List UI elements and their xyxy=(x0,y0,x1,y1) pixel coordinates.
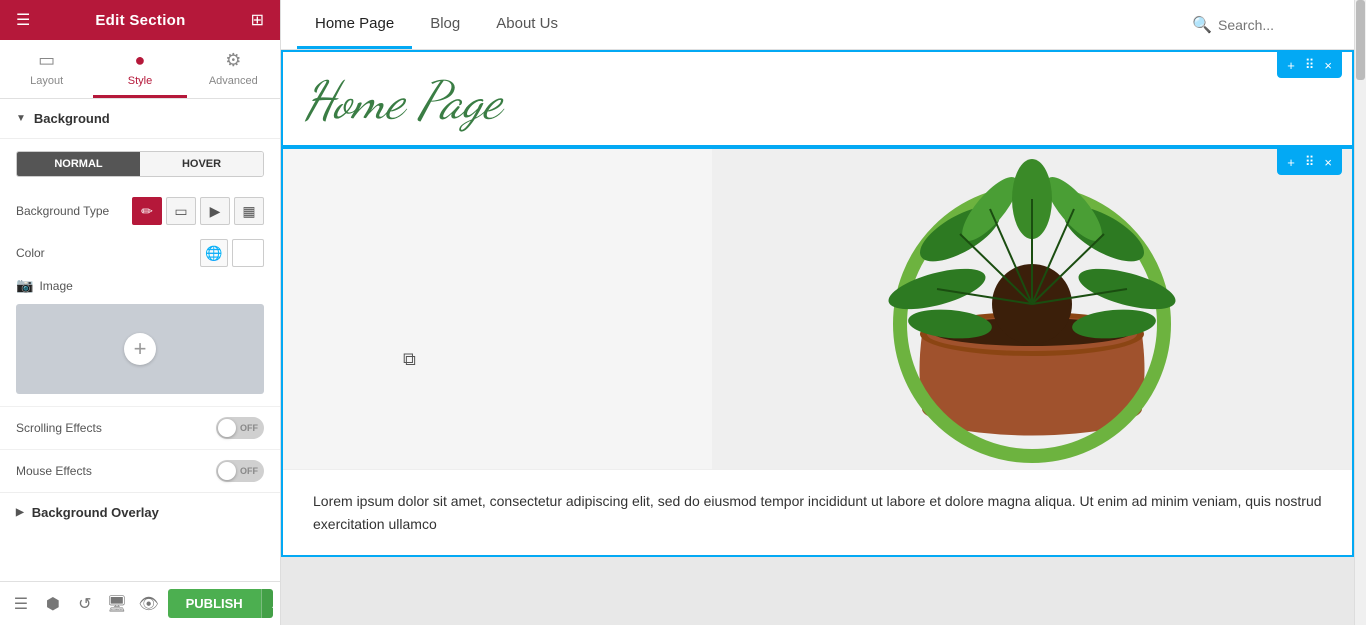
section-toolbar-image: + ⠿ × xyxy=(1277,149,1342,175)
search-icon: 🔍 xyxy=(1192,15,1212,35)
scrolling-effects-row: Scrolling Effects OFF xyxy=(0,406,280,449)
global-color-btn[interactable]: 🌐 xyxy=(200,239,228,267)
tab-advanced-label: Advanced xyxy=(209,75,258,87)
style-icon: ● xyxy=(135,50,146,71)
scrolling-effects-off-label: OFF xyxy=(240,423,258,433)
bottom-menu-icon[interactable]: ☰ xyxy=(8,589,34,619)
background-overlay-section[interactable]: ▶ Background Overlay xyxy=(0,492,280,532)
publish-dropdown-btn[interactable]: ▲ xyxy=(261,589,273,618)
panel-body: ▼ Background NORMAL HOVER Background Typ… xyxy=(0,99,280,625)
background-section-heading[interactable]: ▼ Background xyxy=(0,99,280,139)
overlay-arrow-icon: ▶ xyxy=(16,507,24,518)
scrolling-effects-label: Scrolling Effects xyxy=(16,421,216,435)
normal-hover-toggle: NORMAL HOVER xyxy=(16,151,264,177)
left-panel: ☰ Edit Section ⊞ ▭ Layout ● Style ⚙ Adva… xyxy=(0,0,281,625)
bottom-bar: ☰ ⬢ ↺ 🖥 👁 PUBLISH ▲ xyxy=(0,581,281,625)
tab-style[interactable]: ● Style xyxy=(93,40,186,98)
menu-icon[interactable]: ☰ xyxy=(16,10,30,30)
color-label: Color xyxy=(16,246,200,260)
color-picker-box[interactable] xyxy=(232,239,264,267)
top-nav: Home Page Blog About Us 🔍 xyxy=(281,0,1354,50)
scrolling-effects-knob xyxy=(218,419,236,437)
bg-type-video-btn[interactable]: ▶ xyxy=(200,197,230,225)
panel-collapse-btn[interactable]: ❮ xyxy=(280,297,281,329)
left-empty-area: ⧉ xyxy=(283,149,712,469)
right-image-area xyxy=(712,149,1352,469)
bg-type-controls: ✏ ▭ ▶ ▦ xyxy=(132,197,264,225)
main-content: Home Page Blog About Us 🔍 + ⠿ × Home Pag… xyxy=(281,0,1354,625)
section-toolbar-home: + ⠿ × xyxy=(1277,52,1342,78)
home-page-title: Home Page xyxy=(303,72,1332,129)
image-label-icon: 📷 xyxy=(16,277,33,294)
section-move-btn[interactable]: ⠿ xyxy=(1301,55,1319,75)
image-row: 📷 Image xyxy=(0,273,280,300)
mouse-effects-toggle[interactable]: OFF xyxy=(216,460,264,482)
mouse-effects-row: Mouse Effects OFF xyxy=(0,449,280,492)
tab-layout-label: Layout xyxy=(30,75,63,87)
bottom-history-icon[interactable]: ↺ xyxy=(72,589,98,619)
bg-type-gradient-btn[interactable]: ▭ xyxy=(166,197,196,225)
nav-search: 🔍 xyxy=(1192,15,1338,35)
layout-icon: ▭ xyxy=(38,50,55,71)
tab-style-label: Style xyxy=(128,75,152,87)
hover-toggle-btn[interactable]: HOVER xyxy=(140,152,263,176)
mouse-effects-knob xyxy=(218,462,236,480)
bg-type-color-btn[interactable]: ✏ xyxy=(132,197,162,225)
cursor-indicator: ⧉ xyxy=(403,349,416,370)
bottom-preview-icon[interactable]: 👁 xyxy=(136,589,162,619)
image-label: Image xyxy=(39,279,72,293)
color-row: Color 🌐 xyxy=(0,233,280,273)
background-overlay-label: Background Overlay xyxy=(32,505,159,520)
mouse-effects-label: Mouse Effects xyxy=(16,464,216,478)
color-swatch-area: 🌐 xyxy=(200,239,264,267)
publish-btn-wrap: PUBLISH ▲ xyxy=(168,589,273,618)
image-section-move-btn[interactable]: ⠿ xyxy=(1301,152,1319,172)
bottom-device-icon[interactable]: 🖥 xyxy=(104,589,130,619)
home-page-section: Home Page xyxy=(283,52,1352,145)
background-type-row: Background Type ✏ ▭ ▶ ▦ xyxy=(0,189,280,233)
mouse-effects-off-label: OFF xyxy=(240,466,258,476)
panel-tabs: ▭ Layout ● Style ⚙ Advanced xyxy=(0,40,280,99)
section-delete-btn[interactable]: × xyxy=(1320,56,1336,75)
lorem-text: Lorem ipsum dolor sit amet, consectetur … xyxy=(313,490,1322,535)
tab-layout[interactable]: ▭ Layout xyxy=(0,40,93,98)
search-input[interactable] xyxy=(1218,17,1338,33)
nav-tab-home[interactable]: Home Page xyxy=(297,1,412,49)
image-content: ⧉ xyxy=(283,149,1352,469)
publish-button[interactable]: PUBLISH xyxy=(168,589,261,618)
bottom-widgets-icon[interactable]: ⬢ xyxy=(40,589,66,619)
section-add-btn[interactable]: + xyxy=(1283,56,1299,75)
scrollbar-thumb[interactable] xyxy=(1356,0,1365,80)
normal-toggle-btn[interactable]: NORMAL xyxy=(17,152,140,176)
scrolling-effects-track[interactable]: OFF xyxy=(216,417,264,439)
grid-icon[interactable]: ⊞ xyxy=(251,10,264,30)
right-scrollbar[interactable] xyxy=(1354,0,1366,625)
section-bar-home: + ⠿ × Home Page xyxy=(281,50,1354,147)
image-section-add-btn[interactable]: + xyxy=(1283,153,1299,172)
nav-tab-blog[interactable]: Blog xyxy=(412,1,478,49)
add-image-icon: + xyxy=(124,333,156,365)
bg-type-label: Background Type xyxy=(16,204,132,218)
image-upload-placeholder[interactable]: + xyxy=(16,304,264,394)
lorem-text-section: Lorem ipsum dolor sit amet, consectetur … xyxy=(283,469,1352,555)
canvas-area: + ⠿ × Home Page + ⠿ × ⧉ xyxy=(281,50,1354,625)
image-section-delete-btn[interactable]: × xyxy=(1320,153,1336,172)
bg-type-image-btn[interactable]: ▦ xyxy=(234,197,264,225)
advanced-icon: ⚙ xyxy=(225,50,241,71)
background-label: Background xyxy=(34,111,110,126)
panel-header: ☰ Edit Section ⊞ xyxy=(0,0,280,40)
collapse-arrow-icon: ▼ xyxy=(16,113,26,124)
plant-image-svg xyxy=(712,149,1352,469)
tab-advanced[interactable]: ⚙ Advanced xyxy=(187,40,280,98)
image-section: + ⠿ × ⧉ xyxy=(281,147,1354,557)
mouse-effects-track[interactable]: OFF xyxy=(216,460,264,482)
panel-title: Edit Section xyxy=(95,12,185,29)
nav-tab-about[interactable]: About Us xyxy=(478,1,576,49)
scrolling-effects-toggle[interactable]: OFF xyxy=(216,417,264,439)
